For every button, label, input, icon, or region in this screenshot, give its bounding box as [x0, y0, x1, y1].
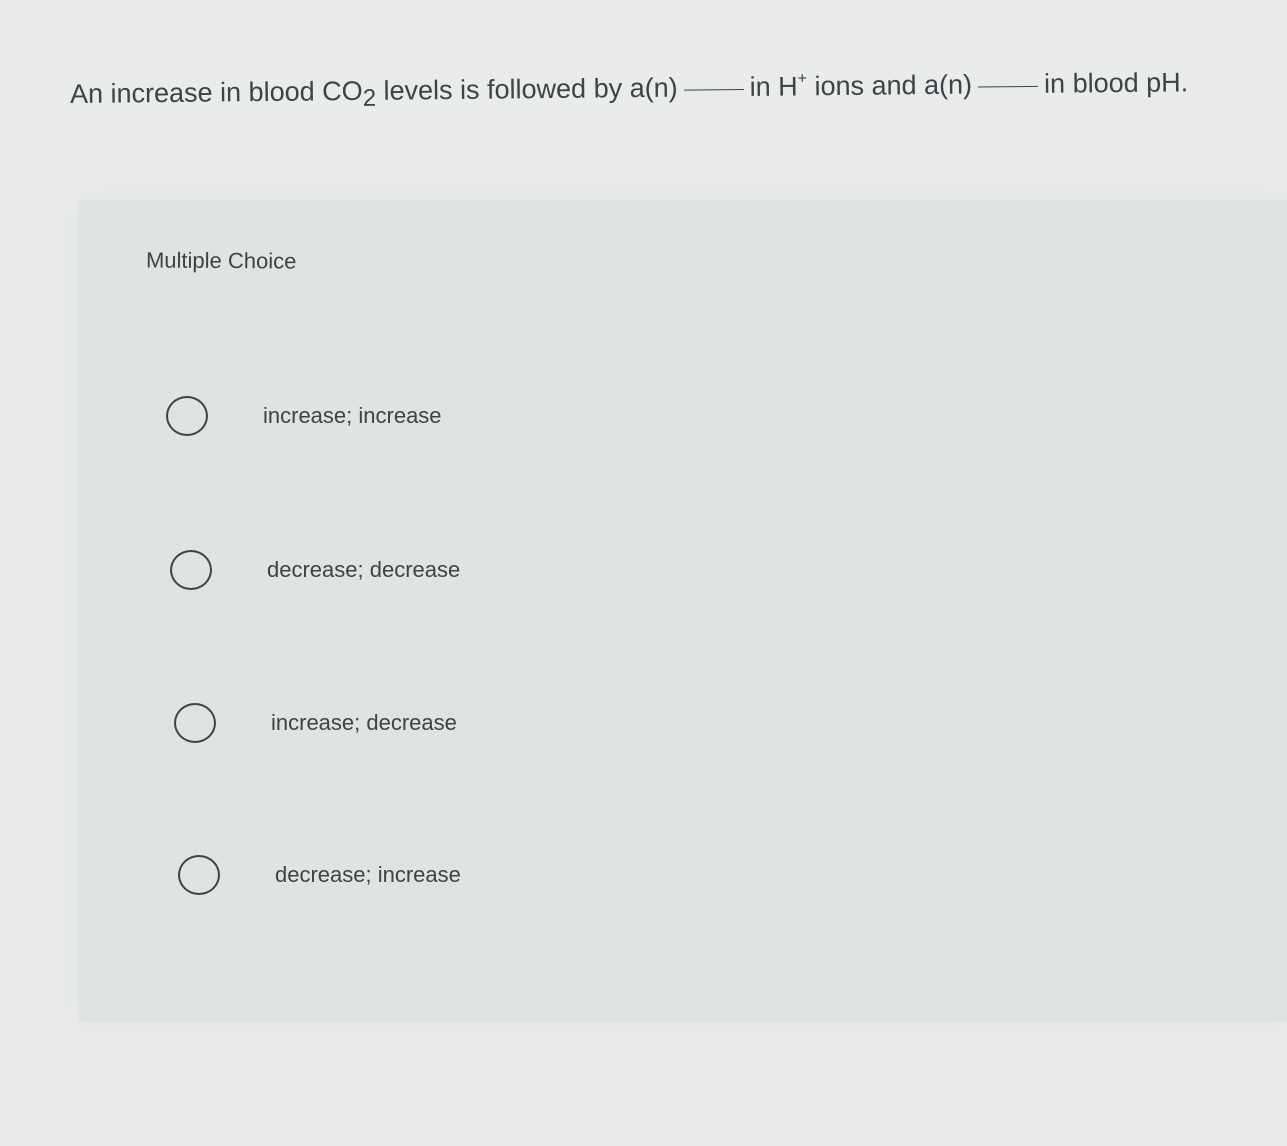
h-superscript: + [797, 70, 808, 88]
question-text: An increase in blood CO2 levels is follo… [70, 62, 1250, 114]
answer-blank-2 [978, 84, 1039, 88]
option-label: increase; increase [263, 403, 442, 428]
radio-button-icon[interactable] [174, 703, 216, 743]
answer-blank-1 [683, 87, 744, 91]
question-part-2: levels is followed by a(n) [375, 72, 678, 106]
question-part-4: ions and a(n) [806, 69, 973, 102]
option-4[interactable]: decrease; increase [178, 855, 461, 895]
question-part-1: An increase in blood CO [69, 75, 363, 109]
option-label: decrease; increase [275, 862, 461, 887]
co2-subscript: 2 [362, 84, 377, 112]
option-label: increase; decrease [271, 710, 457, 735]
multiple-choice-panel: Multiple Choice increase; increase decre… [78, 200, 1287, 1022]
question-part-5: in blood pH. [1043, 67, 1189, 99]
radio-button-icon[interactable] [166, 396, 208, 436]
radio-button-icon[interactable] [170, 550, 212, 590]
option-1[interactable]: increase; increase [166, 396, 442, 436]
option-2[interactable]: decrease; decrease [170, 550, 460, 590]
question-part-3: in H [749, 71, 798, 102]
multiple-choice-label: Multiple Choice [145, 247, 297, 274]
option-label: decrease; decrease [267, 557, 461, 582]
option-3[interactable]: increase; decrease [174, 703, 457, 743]
radio-button-icon[interactable] [178, 855, 220, 895]
